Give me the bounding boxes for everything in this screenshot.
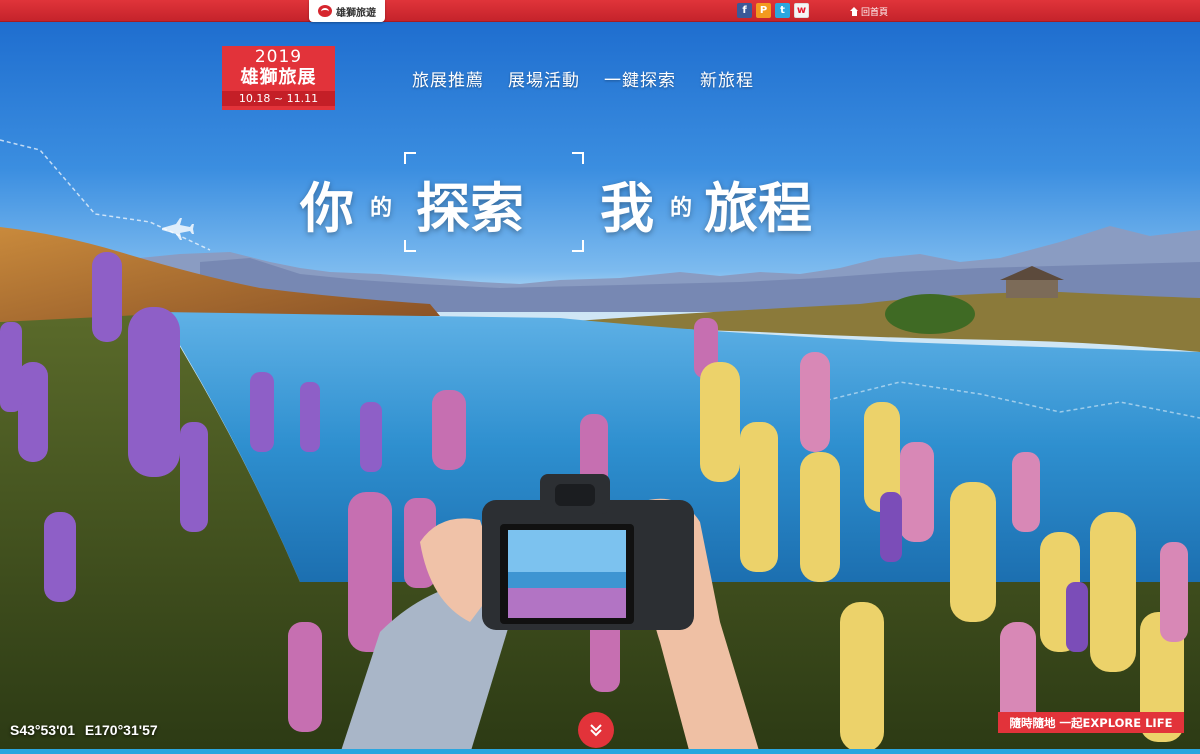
airplane-icon xyxy=(162,218,194,240)
hero-headline: 你 的 探索 我 的 旅程 xyxy=(300,152,900,252)
main-nav: 旅展推薦 展場活動 一鍵探索 新旅程 xyxy=(412,66,754,91)
brand-logo[interactable]: 雄獅旅遊 xyxy=(309,0,385,22)
headline-word-my: 我 xyxy=(600,177,654,240)
headline-word-journey: 旅程 xyxy=(704,177,812,240)
badge-title: 雄獅旅展 xyxy=(240,67,317,88)
coordinate-south: S43°53'01 xyxy=(10,722,75,738)
badge-year: 2019 xyxy=(254,47,303,67)
event-badge[interactable]: 2019 雄獅旅展 10.18 ~ 11.11 xyxy=(222,46,335,110)
hero-banner: 2019 雄獅旅展 10.18 ~ 11.11 旅展推薦 展場活動 一鍵探索 新… xyxy=(0,22,1200,754)
twitter-icon[interactable]: t xyxy=(775,3,790,18)
social-links: f P t w xyxy=(737,3,809,18)
headline-word-explore: 探索 xyxy=(416,177,524,240)
home-icon xyxy=(850,7,859,16)
landscape-scene xyxy=(0,139,1200,754)
top-bar: 雄獅旅遊 f P t w 回首頁 xyxy=(0,0,1200,22)
double-chevron-down-icon xyxy=(590,724,602,737)
headline-particle-2: 的 xyxy=(670,196,693,221)
weibo-icon[interactable]: w xyxy=(794,3,809,18)
facebook-icon[interactable]: f xyxy=(737,3,752,18)
bracket-bottom-right xyxy=(572,240,584,252)
home-link[interactable]: 回首頁 xyxy=(850,5,888,18)
nav-expo-recommendations[interactable]: 旅展推薦 xyxy=(412,66,484,91)
plurk-icon[interactable]: P xyxy=(756,3,771,18)
nav-new-trips[interactable]: 新旅程 xyxy=(700,66,754,91)
gps-coordinates: S43°53'01 E170°31'57 xyxy=(10,722,158,738)
nav-one-click-explore[interactable]: 一鍵探索 xyxy=(604,66,676,91)
bracket-top-right xyxy=(572,152,584,164)
home-label: 回首頁 xyxy=(861,8,889,18)
coordinate-east: E170°31'57 xyxy=(84,722,158,738)
badge-dates: 10.18 ~ 11.11 xyxy=(222,91,335,106)
bracket-top-left xyxy=(404,152,416,164)
scroll-down-button[interactable] xyxy=(578,712,614,748)
brand-name: 雄獅旅遊 xyxy=(336,7,376,19)
bracket-bottom-left xyxy=(404,240,416,252)
headline-word-you: 你 xyxy=(300,177,354,240)
slogan-banner[interactable]: 隨時隨地 一起EXPLORE LIFE xyxy=(998,712,1184,733)
bottom-accent-strip xyxy=(0,749,1200,754)
headline-particle-1: 的 xyxy=(370,196,393,221)
lion-logo-icon xyxy=(318,5,332,17)
nav-venue-events[interactable]: 展場活動 xyxy=(508,66,580,91)
